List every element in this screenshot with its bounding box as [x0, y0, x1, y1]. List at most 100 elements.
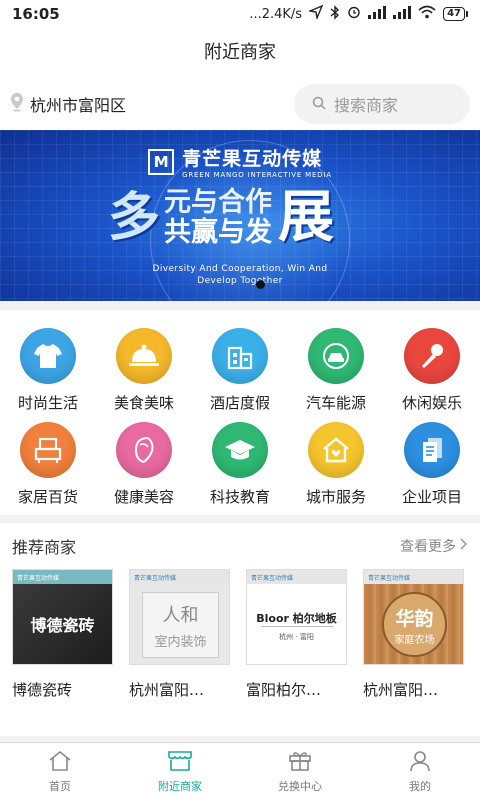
- merchant-brand-tag: 青芒果互动传媒: [130, 570, 229, 584]
- signal-icon: [368, 5, 387, 23]
- merchant-card[interactable]: 青芒果互动传媒 华韵 家庭农场 杭州富阳…: [363, 569, 464, 700]
- category-home-goods[interactable]: 家居百货: [0, 422, 96, 507]
- merchant-name: 杭州富阳…: [363, 681, 439, 699]
- beauty-face-icon: [116, 422, 172, 478]
- headline-line2: 共赢与发: [164, 217, 273, 248]
- category-label: 城市服务: [305, 488, 366, 506]
- tab-nearby[interactable]: 附近商家: [120, 743, 240, 800]
- bottom-tab-bar: 首页 附近商家 兑换中心 我的: [0, 742, 480, 800]
- merchant-name: 杭州富阳…: [129, 681, 205, 699]
- category-label: 家居百货: [17, 488, 78, 506]
- headline-line1: 元与合作: [164, 187, 273, 218]
- brand-logo-icon: M: [148, 148, 175, 175]
- documents-icon: [404, 422, 460, 478]
- headline-big-left: 多: [108, 188, 161, 248]
- category-label: 时尚生活: [17, 394, 78, 412]
- carousel-indicator[interactable]: [256, 280, 265, 289]
- category-grid: 时尚生活 美食美味 酒店度假 汽车能源 休闲娱乐 家居百货 健康美容 科技教育 …: [0, 310, 480, 515]
- merchant-card[interactable]: 青芒果互动传媒 Bloor 柏尔地板 杭州 · 富阳 富阳柏尔…: [246, 569, 347, 700]
- category-hotel[interactable]: 酒店度假: [192, 328, 288, 413]
- status-icons: ...2.4K/s 47: [249, 4, 468, 24]
- search-placeholder: 搜索商家: [334, 96, 399, 115]
- category-label: 美食美味: [113, 394, 174, 412]
- category-label: 汽车能源: [305, 394, 366, 412]
- category-auto[interactable]: 汽车能源: [288, 328, 384, 413]
- network-speed: ...2.4K/s: [249, 6, 303, 22]
- merchant-brand-tag: 青芒果互动传媒: [247, 570, 346, 584]
- banner-logo-en: GREEN MANGO INTERACTIVE MEDIA: [182, 171, 332, 179]
- category-city-services[interactable]: 城市服务: [288, 422, 384, 507]
- battery-level: 47: [443, 7, 465, 21]
- banner-subtitle-line2: Develop Together: [197, 276, 283, 286]
- tab-label: 附近商家: [158, 779, 202, 793]
- category-education[interactable]: 科技教育: [192, 422, 288, 507]
- category-label: 酒店度假: [209, 394, 270, 412]
- merchant-image: 青芒果互动传媒 人和 室内装饰: [129, 569, 230, 665]
- merchant-name: 富阳柏尔…: [246, 681, 322, 699]
- category-food[interactable]: 美食美味: [96, 328, 192, 413]
- wifi-icon: [418, 5, 436, 23]
- merchant-brand-tag: 青芒果互动传媒: [13, 570, 112, 584]
- merchant-image-text-1: Bloor 柏尔地板: [256, 612, 337, 625]
- alarm-icon: [347, 5, 361, 23]
- promo-banner[interactable]: M 青芒果互动传媒 GREEN MANGO INTERACTIVE MEDIA …: [0, 130, 480, 301]
- tab-exchange[interactable]: 兑换中心: [240, 743, 360, 800]
- merchant-image: 青芒果互动传媒 华韵 家庭农场: [363, 569, 464, 665]
- house-heart-icon: [308, 422, 364, 478]
- location-bar: 杭州市富阳区 搜索商家: [0, 78, 480, 130]
- battery-icon: 47: [443, 7, 468, 21]
- tab-home[interactable]: 首页: [0, 743, 120, 800]
- chevron-right-icon: [460, 538, 468, 554]
- merchant-image-text-1: 华韵: [395, 607, 434, 630]
- merchant-card[interactable]: 青芒果互动传媒 博德瓷砖 博德瓷砖: [12, 569, 113, 700]
- merchant-image-text: 博德瓷砖: [30, 616, 95, 635]
- category-entertainment[interactable]: 休闲娱乐: [384, 328, 480, 413]
- banner-logo-cn: 青芒果互动传媒: [182, 148, 323, 170]
- merchant-image: 青芒果互动传媒 Bloor 柏尔地板 杭州 · 富阳: [246, 569, 347, 665]
- tab-label: 兑换中心: [278, 779, 322, 793]
- view-more-label: 查看更多: [400, 539, 456, 555]
- home-icon: [48, 750, 72, 775]
- food-cloche-icon: [116, 328, 172, 384]
- view-more-link[interactable]: 查看更多: [400, 536, 468, 556]
- microphone-icon: [404, 328, 460, 384]
- user-icon: [409, 750, 431, 775]
- category-label: 科技教育: [209, 488, 270, 506]
- headline-big-right: 展: [278, 185, 335, 250]
- gift-box-icon: [288, 750, 312, 775]
- tab-label: 首页: [49, 779, 71, 793]
- page-title: 附近商家: [0, 28, 480, 78]
- tab-label: 我的: [409, 779, 431, 793]
- merchant-brand-tag: 青芒果互动传媒: [364, 570, 463, 584]
- search-icon: [312, 95, 326, 114]
- section-title: 推荐商家: [12, 538, 77, 557]
- bluetooth-icon: [330, 4, 340, 24]
- merchant-image-text-2: 家庭农场: [394, 634, 435, 646]
- category-beauty[interactable]: 健康美容: [96, 422, 192, 507]
- merchant-name: 博德瓷砖: [12, 681, 73, 699]
- banner-headline: 多 元与合作 共赢与发 展: [108, 185, 335, 250]
- merchant-image-text-2: 杭州 · 富阳: [279, 633, 314, 641]
- category-label: 企业项目: [401, 488, 462, 506]
- merchant-image-text-2: 室内装饰: [154, 634, 207, 650]
- banner-logo: M 青芒果互动传媒 GREEN MANGO INTERACTIVE MEDIA: [0, 144, 480, 179]
- location-city: 杭州市富阳区: [30, 96, 127, 115]
- location-selector[interactable]: 杭州市富阳区: [10, 92, 126, 116]
- home-goods-icon: [20, 422, 76, 478]
- merchant-image-text-1: 人和: [162, 604, 199, 626]
- status-time: 16:05: [12, 5, 60, 23]
- tab-mine[interactable]: 我的: [360, 743, 480, 800]
- graduation-cap-icon: [212, 422, 268, 478]
- search-input[interactable]: 搜索商家: [294, 84, 470, 124]
- car-icon: [308, 328, 364, 384]
- category-label: 休闲娱乐: [401, 394, 462, 412]
- category-fashion[interactable]: 时尚生活: [0, 328, 96, 413]
- merchant-card[interactable]: 青芒果互动传媒 人和 室内装饰 杭州富阳…: [129, 569, 230, 700]
- store-icon: [167, 750, 193, 775]
- recommended-merchants: 推荐商家 查看更多 青芒果互动传媒 博德瓷砖 博德瓷砖 青芒果互动传媒 人和 室…: [0, 523, 480, 736]
- category-label: 健康美容: [113, 488, 174, 506]
- tshirt-icon: [20, 328, 76, 384]
- merchant-image: 青芒果互动传媒 博德瓷砖: [12, 569, 113, 665]
- category-enterprise[interactable]: 企业项目: [384, 422, 480, 507]
- banner-subtitle-line1: Diversity And Cooperation, Win And: [152, 264, 328, 274]
